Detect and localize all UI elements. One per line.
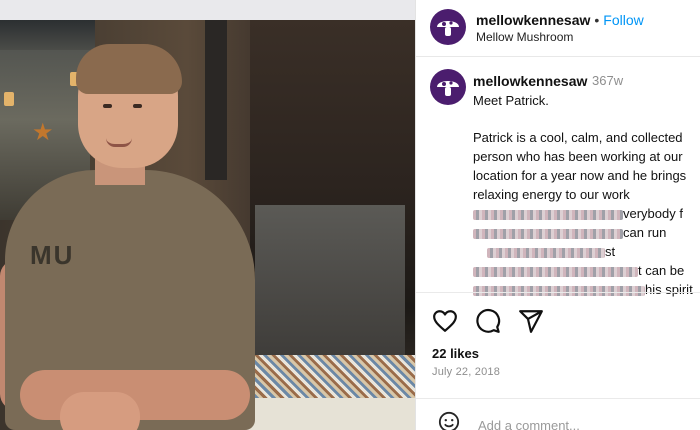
emoji-icon[interactable]	[438, 411, 460, 430]
caption-line-blurred: verybody f	[473, 204, 700, 223]
divider	[416, 398, 700, 399]
caption-line: Patrick is a cool, calm, and collected	[473, 130, 683, 145]
caption-body: Patrick is a cool, calm, and collected p…	[473, 128, 700, 299]
caption-line: location for a year now and he brings	[473, 168, 687, 183]
person-hands	[60, 392, 140, 430]
divider	[416, 292, 700, 293]
caption-line-blurred: st	[473, 242, 700, 261]
photo-top-strip	[0, 0, 415, 20]
post-header: mellowkennesaw • Follow Mellow Mushroom	[416, 0, 700, 57]
share-icon[interactable]	[518, 308, 544, 334]
heart-icon[interactable]	[432, 308, 458, 334]
avatar[interactable]	[430, 9, 466, 45]
shirt-print: MU	[30, 240, 75, 270]
comment-icon[interactable]	[475, 308, 501, 334]
header-username[interactable]: mellowkennesaw	[476, 12, 590, 28]
mushroom-logo-icon	[437, 81, 459, 96]
redaction-blur	[473, 209, 623, 220]
mushroom-logo-icon	[437, 21, 459, 36]
post-action-bar	[432, 308, 544, 334]
redaction-blur	[473, 285, 645, 296]
header-separator: •	[594, 12, 600, 28]
caption-line: relaxing energy to our work	[473, 187, 630, 202]
post-side-panel: mellowkennesaw • Follow Mellow Mushroom me…	[415, 0, 700, 430]
caption-fragment: t can be	[638, 263, 685, 278]
caption-line-blurred: t can be	[473, 261, 700, 280]
redaction-blur	[473, 228, 623, 239]
follow-button[interactable]: Follow	[603, 12, 643, 28]
photo-person: MU	[0, 20, 260, 430]
comment-input[interactable]: Add a comment...	[478, 418, 580, 430]
redaction-blur	[473, 266, 638, 277]
photo-shelf	[255, 205, 405, 355]
caption-username[interactable]: mellowkennesaw	[473, 73, 587, 89]
caption-line: person who has been working at our	[473, 149, 683, 164]
likes-count[interactable]: 22 likes	[432, 346, 479, 361]
header-location[interactable]: Mellow Mushroom	[476, 30, 573, 44]
caption-fragment: st	[605, 244, 616, 259]
caption-fragment: verybody f	[623, 206, 683, 221]
person-hair	[76, 44, 182, 94]
redaction-blur	[487, 247, 605, 258]
caption-line-blurred: can run	[473, 223, 700, 242]
caption-greeting: Meet Patrick.	[473, 93, 549, 108]
post-date: July 22, 2018	[432, 366, 501, 378]
caption-fragment: can run	[623, 225, 667, 240]
caption-timestamp[interactable]: 367w	[592, 73, 623, 88]
instagram-post-view: ★ MU mellowkennesaw • Follow Mellow Mush…	[0, 0, 700, 430]
caption-fragment: his spirit	[645, 282, 693, 297]
person-eye	[133, 104, 142, 108]
caption-line-blurred: his spirit	[473, 280, 700, 299]
avatar[interactable]	[430, 69, 466, 105]
header-username-row: mellowkennesaw • Follow	[476, 12, 644, 28]
person-eye	[103, 104, 112, 108]
